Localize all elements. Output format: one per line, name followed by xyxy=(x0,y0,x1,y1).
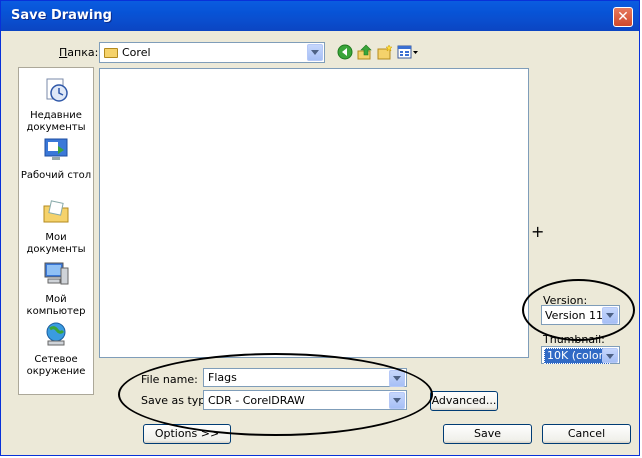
place-my-computer[interactable]: Мой компьютер xyxy=(19,260,93,318)
chevron-down-icon[interactable] xyxy=(602,348,618,363)
place-network[interactable]: Сетевое окружение xyxy=(19,320,93,378)
lookin-value: Corel xyxy=(122,46,151,59)
my-documents-icon xyxy=(43,200,69,223)
folder-icon xyxy=(104,48,118,58)
desktop-icon xyxy=(44,138,68,160)
place-desktop[interactable]: Рабочий стол xyxy=(19,136,93,182)
highlight-ellipse-file-fields xyxy=(118,353,433,436)
place-label: Рабочий стол xyxy=(20,170,92,181)
close-icon: ✕ xyxy=(617,9,629,25)
advanced-button[interactable]: Advanced... xyxy=(430,391,498,411)
crosshair-cursor-icon: + xyxy=(531,222,545,241)
thumbnail-value: 10K (color) xyxy=(544,348,611,364)
file-list[interactable] xyxy=(99,68,529,358)
recent-documents-icon xyxy=(46,78,68,102)
cancel-button[interactable]: Cancel xyxy=(542,424,631,444)
my-computer-icon xyxy=(44,262,69,285)
places-bar: Недавние документы Рабочий стол Мои доку… xyxy=(18,67,94,395)
save-drawing-dialog: Save Drawing ✕ Папка: Corel Недавние док… xyxy=(0,0,640,456)
new-folder-icon[interactable] xyxy=(377,44,393,60)
window-title: Save Drawing xyxy=(11,8,112,23)
highlight-ellipse-version xyxy=(522,279,635,341)
views-menu-icon[interactable] xyxy=(397,44,419,60)
place-my-documents[interactable]: Мои документы xyxy=(19,198,93,256)
up-folder-icon[interactable] xyxy=(357,44,373,60)
place-recent-documents[interactable]: Недавние документы xyxy=(19,76,93,134)
place-label: Мои документы xyxy=(26,232,86,255)
place-label: Недавние документы xyxy=(26,110,86,133)
place-label: Мой компьютер xyxy=(26,294,86,317)
thumbnail-dropdown[interactable]: 10K (color) xyxy=(541,346,620,364)
lookin-dropdown[interactable]: Corel xyxy=(99,42,325,63)
chevron-down-icon[interactable] xyxy=(307,44,323,61)
close-button[interactable]: ✕ xyxy=(613,7,633,27)
lookin-label: Папка: xyxy=(59,46,99,59)
place-label: Сетевое окружение xyxy=(26,354,86,377)
back-icon[interactable] xyxy=(337,44,353,60)
title-bar[interactable]: Save Drawing ✕ xyxy=(1,1,639,31)
network-icon xyxy=(46,322,66,346)
save-button[interactable]: Save xyxy=(443,424,532,444)
